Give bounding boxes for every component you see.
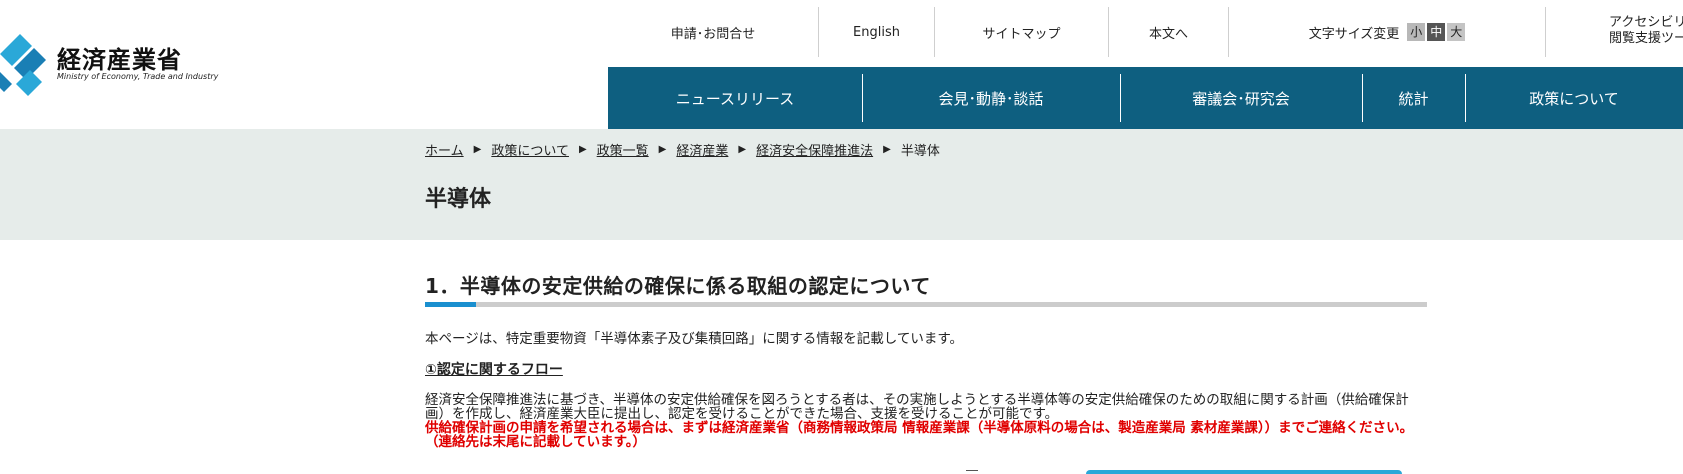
breadcrumb-separator: ▶ bbox=[738, 144, 747, 155]
section-heading: 1．半導体の安定供給の確保に係る取組の認定について bbox=[425, 274, 931, 298]
accessibility-link[interactable]: アクセシビリ 閲覧支援ツー bbox=[1546, 7, 1683, 57]
main-nav: ニュースリリース 会見･動静･談話 審議会･研究会 統計 政策について bbox=[608, 67, 1683, 129]
meti-logo-icon bbox=[0, 34, 46, 96]
breadcrumb-separator: ▶ bbox=[658, 144, 667, 155]
breadcrumb: ホーム ▶ 政策について ▶ 政策一覧 ▶ 経済産業 ▶ 経済安全保障推進法 ▶… bbox=[425, 140, 940, 159]
heading-underline bbox=[425, 302, 1427, 307]
breadcrumb-home[interactable]: ホーム bbox=[425, 140, 464, 159]
certification-flow-link[interactable]: ①認定に関するフロー bbox=[425, 359, 563, 379]
font-size-large-button[interactable]: 大 bbox=[1447, 23, 1466, 41]
breadcrumb-separator: ▶ bbox=[473, 144, 482, 155]
font-size-label: 文字サイズ変更 bbox=[1308, 26, 1400, 42]
nav-statistics[interactable]: 統計 bbox=[1362, 67, 1465, 129]
breadcrumb-separator: ▶ bbox=[578, 144, 587, 155]
nav-policies[interactable]: 政策について bbox=[1465, 67, 1683, 129]
skip-to-main-link[interactable]: 本文へ bbox=[1109, 7, 1229, 57]
breadcrumb-current: 半導体 bbox=[900, 144, 940, 159]
body-text: 経済安全保障推進法に基づき、半導体の安定供給確保を図ろうとする者は、その実施しよ… bbox=[425, 392, 1409, 422]
intro-text: 本ページは、特定重要物資「半導体素子及び集積回路」に関する情報を記載しています。 bbox=[425, 331, 963, 347]
page-title: 半導体 bbox=[425, 187, 492, 212]
accessibility-label-line2: 閲覧支援ツー bbox=[1609, 31, 1683, 46]
ministry-logo[interactable]: 経済産業省 Ministry of Economy, Trade and Ind… bbox=[0, 32, 240, 96]
breadcrumb-separator: ▶ bbox=[883, 144, 891, 155]
contact-link[interactable]: 申請･お問合せ bbox=[608, 7, 819, 57]
nav-councils[interactable]: 審議会･研究会 bbox=[1120, 67, 1362, 129]
font-size-small-button[interactable]: 小 bbox=[1407, 23, 1426, 41]
font-size-medium-button[interactable]: 中 bbox=[1427, 23, 1446, 41]
sitemap-link[interactable]: サイトマップ bbox=[935, 7, 1109, 57]
heading-underline-accent bbox=[425, 302, 476, 307]
logo-name-en: Ministry of Economy, Trade and Industry bbox=[57, 72, 219, 81]
breadcrumb-economy[interactable]: 経済産業 bbox=[676, 140, 728, 159]
accessibility-label-line1: アクセシビリ bbox=[1609, 15, 1683, 30]
utility-nav: 申請･お問合せ English サイトマップ 本文へ 文字サイズ変更 小 中 大… bbox=[608, 7, 1683, 57]
breadcrumb-policy-list[interactable]: 政策一覧 bbox=[597, 140, 649, 159]
page-header-band: ホーム ▶ 政策について ▶ 政策一覧 ▶ 経済産業 ▶ 経済安全保障推進法 ▶… bbox=[0, 129, 1683, 240]
nav-news-releases[interactable]: ニュースリリース bbox=[608, 67, 862, 129]
logo-name-ja: 経済産業省 bbox=[57, 46, 182, 74]
main-content: 1．半導体の安定供給の確保に係る取組の認定について 本ページは、特定重要物資「半… bbox=[425, 270, 1427, 449]
breadcrumb-policies[interactable]: 政策について bbox=[491, 140, 569, 159]
english-link[interactable]: English bbox=[819, 7, 935, 57]
flow-arrow-partial bbox=[966, 470, 978, 474]
nav-press-conferences[interactable]: 会見･動静･談話 bbox=[862, 67, 1120, 129]
breadcrumb-security-act[interactable]: 経済安全保障推進法 bbox=[756, 140, 873, 159]
font-size-control: 文字サイズ変更 小 中 大 bbox=[1229, 7, 1546, 57]
flow-diagram-box-partial bbox=[1086, 470, 1402, 474]
contact-notice: 供給確保計画の申請を希望される場合は、まずは経済産業省（商務情報政策局 情報産業… bbox=[425, 420, 1414, 450]
